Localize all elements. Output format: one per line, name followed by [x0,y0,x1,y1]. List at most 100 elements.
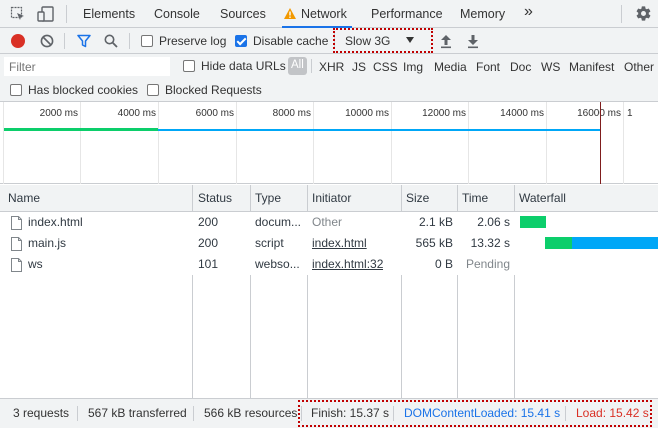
import-har-icon[interactable] [439,33,453,49]
status-separator [77,406,78,421]
tab-console[interactable]: Console [154,0,200,28]
waterfall-bar-main-js-download [572,237,658,249]
toolbar-separator [129,33,130,49]
requests-table-header: Name Status Type Initiator Size Time Wat… [0,185,658,212]
overview-tick-label: 6000 ms [195,108,234,119]
status-request-count: 3 requests [13,406,70,420]
warning-icon [284,8,296,19]
table-row[interactable]: index.html 200 docum... Other 2.1 kB 2.0… [0,212,515,233]
type-filter-all[interactable]: All [288,57,307,75]
type-filter-manifest[interactable]: Manifest [569,60,614,74]
overview-tick [313,102,314,184]
request-time: 13.32 s [470,236,510,250]
type-filter-img[interactable]: Img [403,60,423,74]
disable-cache-label: Disable cache [253,34,329,48]
clear-icon[interactable] [40,34,54,48]
column-header-status[interactable]: Status [198,185,232,212]
highlight-timings [298,400,652,427]
blocked-requests-checkbox[interactable] [147,84,159,96]
request-status: 101 [198,257,219,271]
load-event-marker [600,102,601,184]
table-row[interactable]: main.js 200 script index.html 565 kB 13.… [0,233,515,254]
highlight-throttling [333,28,433,53]
request-type: script [255,236,284,250]
hide-data-urls-checkbox[interactable] [183,60,195,72]
type-filter-font[interactable]: Font [476,60,500,74]
overview-tick-label: 8000 ms [272,108,311,119]
network-status-bar: 3 requests 567 kB transferred 566 kB res… [0,398,658,428]
type-filter-ws[interactable]: WS [541,60,560,74]
search-icon[interactable] [104,34,118,48]
type-filter-other[interactable]: Other [624,60,654,74]
column-header-size[interactable]: Size [406,185,429,212]
preserve-log-checkbox[interactable] [141,35,153,47]
request-type: docum... [255,215,302,229]
overview-tick [158,102,159,184]
overview-tick-label: 2000 ms [39,108,78,119]
overview-tick-label: 1 [627,108,633,119]
tab-elements[interactable]: Elements [83,0,135,28]
gear-icon[interactable] [635,5,652,22]
request-initiator-link[interactable]: index.html:32 [312,254,383,275]
overview-tick-label: 12000 ms [422,108,466,119]
disable-cache-checkbox[interactable] [235,35,247,47]
filter-separator [311,59,312,73]
request-time: Pending [465,257,510,271]
request-size: 0 B [434,257,453,271]
request-name: main.js [28,236,67,250]
request-initiator: Other [312,215,343,229]
toolbar-separator [64,33,65,49]
record-icon[interactable] [11,34,25,48]
tab-network[interactable]: Network [282,0,352,28]
type-filter-doc[interactable]: Doc [510,60,531,74]
type-filter-xhr[interactable]: XHR [319,60,344,74]
tab-memory[interactable]: Memory [460,0,505,28]
type-filter-all-label: All [291,59,304,71]
filter-icon[interactable] [77,34,91,48]
request-initiator-link[interactable]: index.html [312,233,367,254]
status-separator [193,406,194,421]
overview-green-bar [4,128,158,131]
column-header-initiator[interactable]: Initiator [312,185,351,212]
column-header-time[interactable]: Time [462,185,488,212]
request-size: 2.1 kB [418,215,453,229]
overview-tick-label: 4000 ms [117,108,156,119]
filter-bar: Hide data URLs All XHR JS CSS Img Media … [0,54,658,102]
overview-tick [80,102,81,184]
export-har-icon[interactable] [466,33,480,49]
request-type: webso... [255,257,300,271]
status-transferred: 567 kB transferred [88,406,187,420]
filter-input[interactable] [4,57,170,76]
type-filter-js[interactable]: JS [352,60,366,74]
has-blocked-cookies-checkbox[interactable] [10,84,22,96]
waterfall-bar-main-js-waiting [545,237,572,249]
tab-sources[interactable]: Sources [220,0,266,28]
column-header-waterfall[interactable]: Waterfall [519,185,566,212]
request-name: ws [28,257,43,271]
table-row[interactable]: ws 101 webso... index.html:32 0 B Pendin… [0,254,515,275]
tab-performance[interactable]: Performance [371,0,443,28]
document-icon [11,216,22,230]
type-filter-media[interactable]: Media [434,60,467,74]
request-size: 565 kB [415,236,453,250]
overview-timeline[interactable]: 2000 ms 4000 ms 6000 ms 8000 ms 10000 ms… [0,102,658,184]
more-tabs-button[interactable]: » [524,0,533,26]
device-toolbar-icon[interactable] [37,5,55,23]
overview-blue-bar [158,129,601,131]
blocked-requests-label: Blocked Requests [165,83,262,97]
devtools-tab-strip: Elements Console Sources Network Perform… [0,0,658,28]
overview-tick-label: 16000 ms [577,108,621,119]
type-filter-css[interactable]: CSS [373,60,398,74]
column-header-type[interactable]: Type [255,185,281,212]
websocket-file-icon [11,258,22,272]
overview-tick [391,102,392,184]
request-status: 200 [198,215,219,229]
overview-tick-label: 10000 ms [345,108,389,119]
network-toolbar: Preserve log Disable cache Slow 3G [0,28,658,54]
inspect-element-icon[interactable] [10,6,26,22]
request-time: 2.06 s [477,215,510,229]
has-blocked-cookies-label: Has blocked cookies [28,83,139,97]
overview-tick [546,102,547,184]
column-header-name[interactable]: Name [8,185,40,212]
request-status: 200 [198,236,219,250]
